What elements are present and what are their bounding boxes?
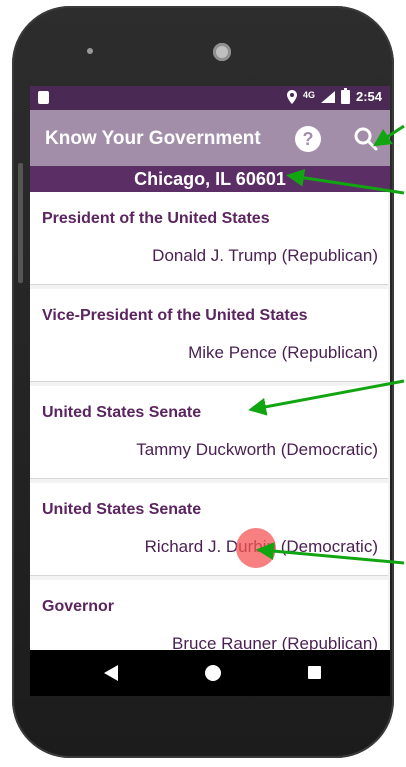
official-card[interactable]: United States Senate Tammy Duckworth (De… bbox=[30, 386, 388, 479]
office-title: President of the United States bbox=[42, 210, 270, 227]
official-name: Tammy Duckworth (Democratic) bbox=[136, 440, 378, 459]
office-title: Governor bbox=[42, 598, 115, 615]
office-title: United States Senate bbox=[42, 501, 202, 518]
network-type: 4G bbox=[302, 89, 315, 100]
office-title: Vice-President of the United States bbox=[42, 307, 308, 324]
official-name: Mike Pence (Republican) bbox=[188, 343, 378, 362]
official-card[interactable]: President of the United States Donald J.… bbox=[30, 192, 388, 285]
app-title: Know Your Government bbox=[45, 128, 261, 149]
official-name: Donald J. Trump (Republican) bbox=[152, 246, 378, 265]
home-icon[interactable] bbox=[205, 665, 221, 681]
speaker-dot bbox=[87, 48, 93, 54]
search-icon[interactable] bbox=[352, 125, 380, 153]
location-label: Chicago, IL 60601 bbox=[30, 166, 390, 192]
signal-icon bbox=[320, 90, 335, 103]
side-button bbox=[18, 163, 23, 283]
battery-icon bbox=[340, 87, 350, 104]
official-card[interactable]: Vice-President of the United States Mike… bbox=[30, 289, 388, 382]
app-screen: 4G 2:54 Know Your Government ? Chicago, … bbox=[30, 86, 390, 696]
status-time: 2:54 bbox=[355, 89, 382, 104]
front-camera bbox=[213, 43, 231, 61]
app-bar: Know Your Government ? bbox=[30, 110, 390, 166]
status-icons: 4G 2:54 bbox=[286, 87, 382, 104]
back-icon[interactable] bbox=[104, 665, 118, 681]
recents-icon[interactable] bbox=[308, 666, 321, 679]
system-nav-bar bbox=[30, 650, 390, 696]
status-bar: 4G 2:54 bbox=[30, 86, 390, 110]
sd-card-icon bbox=[38, 91, 49, 104]
location-pin-icon bbox=[286, 89, 297, 104]
tap-indicator bbox=[236, 528, 276, 568]
official-card[interactable]: United States Senate Richard J. Durbin (… bbox=[30, 483, 388, 576]
office-title: United States Senate bbox=[42, 404, 202, 421]
help-icon[interactable]: ? bbox=[295, 126, 321, 152]
